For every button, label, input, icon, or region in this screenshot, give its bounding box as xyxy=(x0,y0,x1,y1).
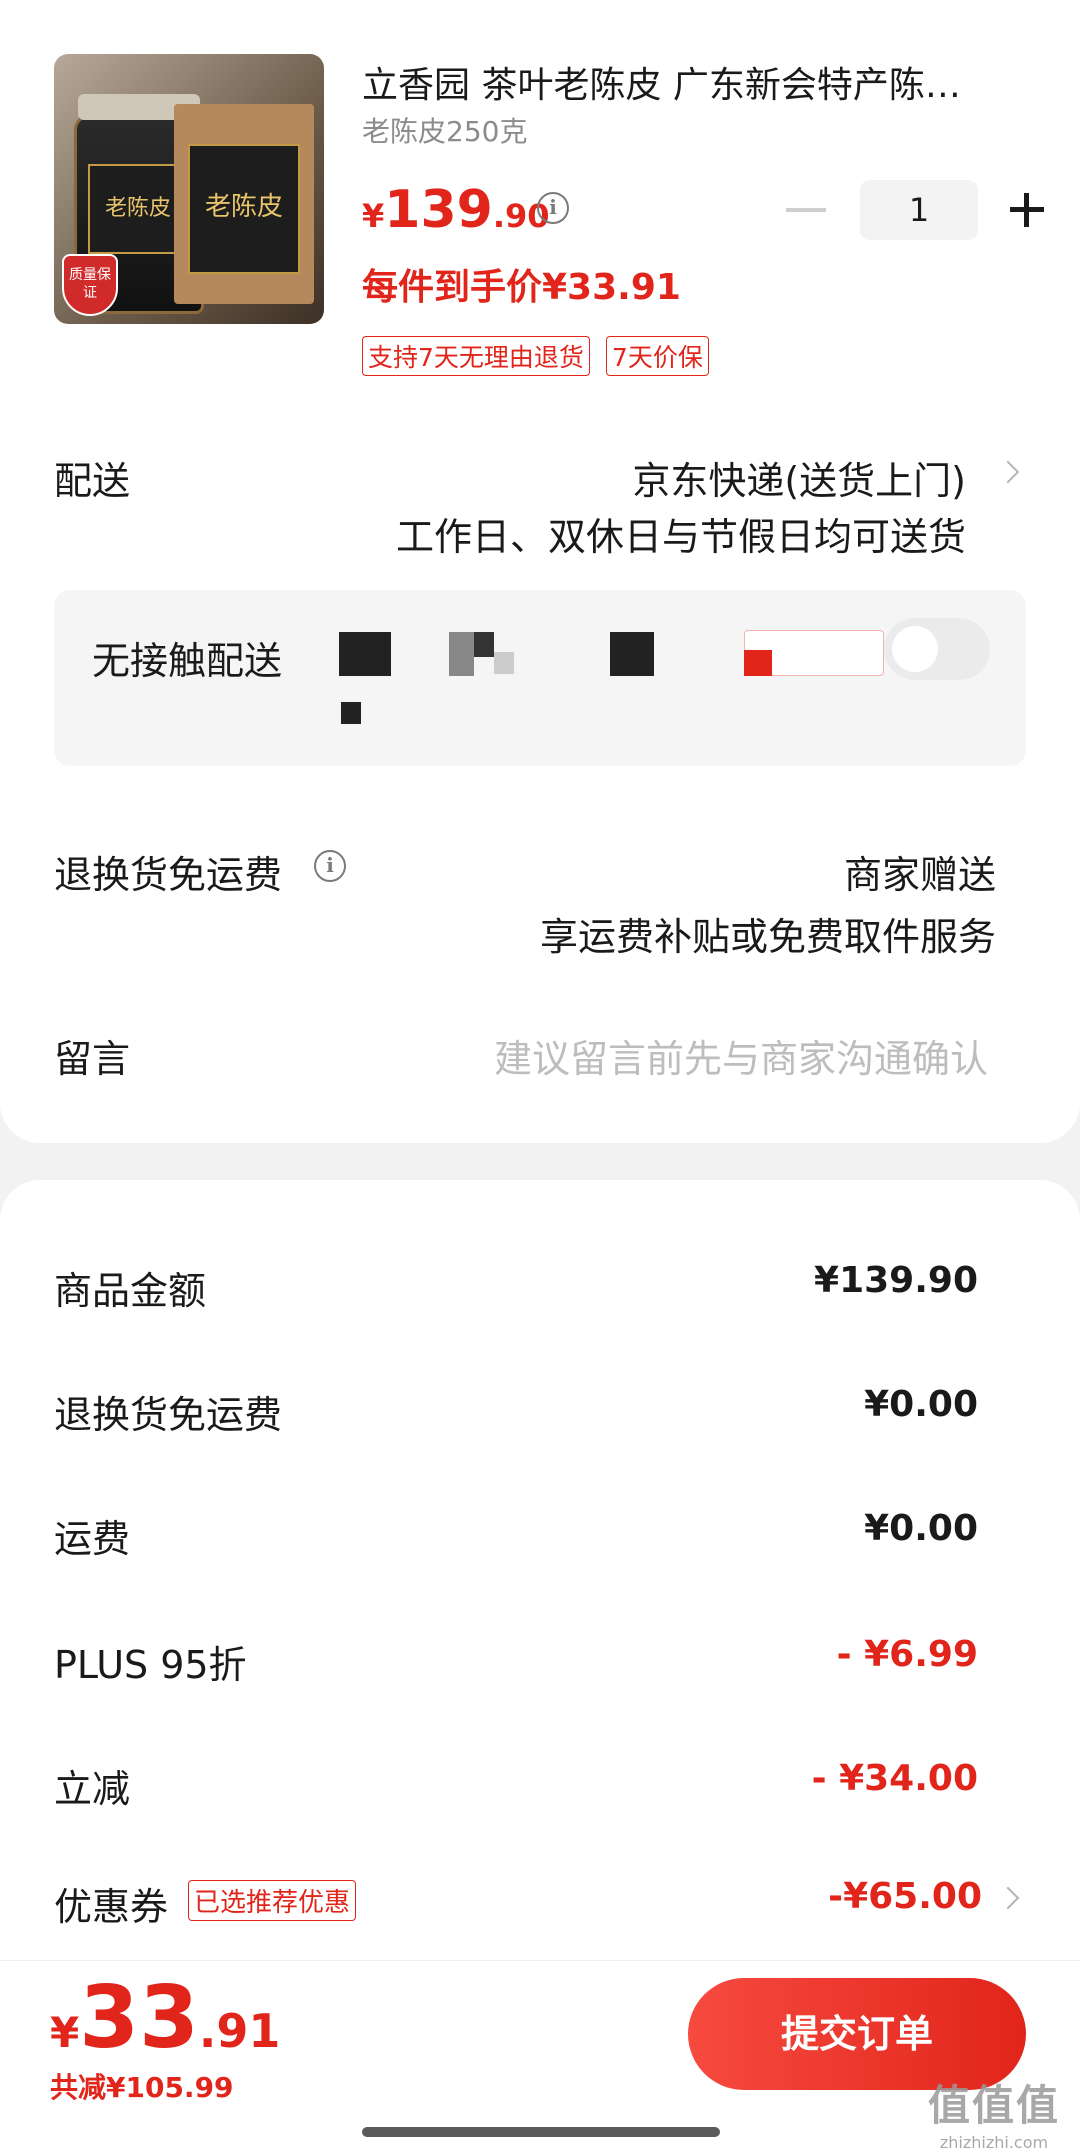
return-info-icon[interactable]: i xyxy=(314,850,346,882)
message-label: 留言 xyxy=(54,1037,131,1081)
plus-discount-value: - ¥6.99 xyxy=(836,1634,978,1675)
site-watermark: 值值值 zhizhizhi.com xyxy=(928,2081,1061,2152)
total-price: ¥33.91 xyxy=(50,1968,281,2068)
return-fee-label: 退换货免运费 xyxy=(54,1393,283,1437)
contactless-delivery-box: 无接触配送 xyxy=(54,590,1026,766)
delivery-schedule: 工作日、双休日与节假日均可送货 xyxy=(395,515,966,559)
delivery-label: 配送 xyxy=(54,459,131,503)
return-fee-value: ¥0.00 xyxy=(864,1384,978,1425)
service-tag: 7天价保 xyxy=(605,336,709,376)
redacted-text xyxy=(610,632,654,676)
coupon-recommended-tag: 已选推荐优惠 xyxy=(188,1880,357,1921)
deal-price: 每件到手价¥33.91 xyxy=(362,267,681,308)
product-price: ¥139.90 xyxy=(362,180,550,240)
service-tags: 支持7天无理由退货 7天价保 xyxy=(362,336,709,376)
service-tag: 支持7天无理由退货 xyxy=(362,336,590,376)
contactless-label: 无接触配送 xyxy=(92,639,283,683)
goods-amount-label: 商品金额 xyxy=(54,1269,207,1313)
product-title[interactable]: 立香园 茶叶老陈皮 广东新会特产陈… xyxy=(362,56,1002,108)
quality-badge: 质量保证 xyxy=(62,254,118,316)
message-input[interactable]: 建议留言前先与商家沟通确认 xyxy=(494,1028,988,1083)
redacted-text xyxy=(339,632,391,676)
redacted-text xyxy=(449,632,474,676)
product-spec: 老陈皮250克 xyxy=(362,115,528,148)
quantity-input[interactable]: 1 xyxy=(860,180,978,240)
instant-discount-value: - ¥34.00 xyxy=(811,1758,978,1799)
increase-button[interactable] xyxy=(1010,193,1044,227)
price-info-icon[interactable]: i xyxy=(537,192,569,224)
delivery-method[interactable]: 京东快递(送货上门) xyxy=(632,450,966,505)
return-shipping-detail: 享运费补贴或免费取件服务 xyxy=(539,915,996,959)
jar-label-text: 老陈皮 xyxy=(88,164,188,254)
freight-value: ¥0.00 xyxy=(864,1508,978,1549)
goods-amount-value: ¥139.90 xyxy=(814,1260,978,1301)
return-shipping-label: 退换货免运费 xyxy=(54,853,283,897)
total-saved: 共减¥105.99 xyxy=(50,2071,234,2104)
quantity-stepper: 1 xyxy=(786,180,1044,240)
return-shipping-value: 商家赠送 xyxy=(843,853,996,897)
freight-label: 运费 xyxy=(54,1517,131,1561)
plus-discount-label: PLUS 95折 xyxy=(54,1643,247,1687)
toggle-knob xyxy=(892,626,938,672)
home-indicator[interactable] xyxy=(362,2127,720,2137)
coupon-label: 优惠券 xyxy=(54,1885,169,1929)
bag-label-text: 老陈皮 xyxy=(188,144,300,274)
decrease-button[interactable] xyxy=(786,208,826,212)
contactless-toggle[interactable] xyxy=(884,618,990,680)
coupon-value[interactable]: -¥65.00 xyxy=(828,1876,982,1917)
product-image[interactable]: 老陈皮 老陈皮 质量保证 xyxy=(54,54,324,324)
instant-discount-label: 立减 xyxy=(54,1767,131,1811)
